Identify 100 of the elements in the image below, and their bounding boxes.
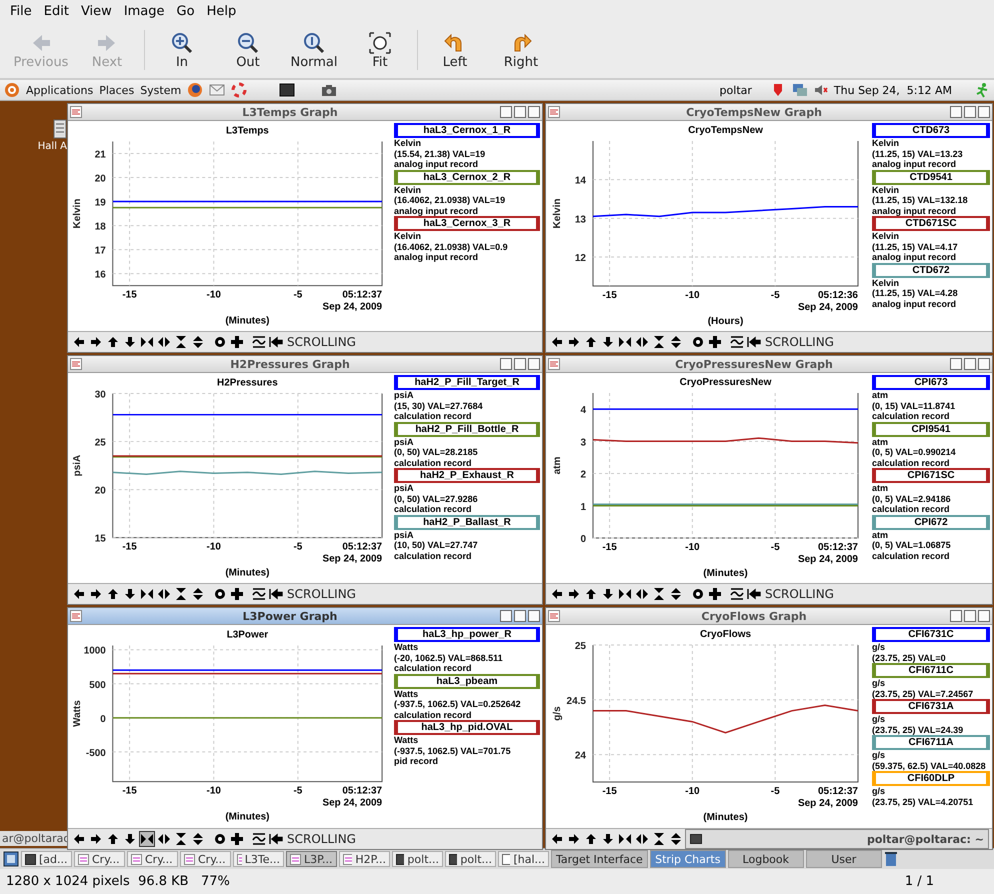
taskbar-item[interactable]: L3Te... [233,851,284,867]
legend-entry[interactable]: CFI6711A [872,735,990,750]
lifebuoy-icon[interactable] [231,82,248,98]
close-button[interactable] [528,106,540,118]
wave-icon[interactable] [729,586,745,602]
close-button[interactable] [978,358,990,370]
panel-clock[interactable]: Thu Sep 24, 5:12 AM [834,84,952,96]
legend-entry[interactable]: haL3_Cernox_2_R [394,170,540,184]
circle-icon[interactable] [212,334,228,350]
taskbar-item[interactable]: polt... [392,851,443,867]
legend-entry[interactable]: haL3_hp_pid.OVAL [394,720,540,735]
taskbar-item[interactable]: [ad... [21,851,72,867]
show-desktop-icon[interactable] [3,851,19,867]
toolbar-button[interactable]: Fit [347,30,413,70]
arrow-right-icon[interactable] [566,334,582,350]
workspace-tab[interactable]: Logbook [728,850,804,868]
wave-icon[interactable] [251,334,267,350]
workspace-tab[interactable]: User [806,850,882,868]
legend-entry[interactable]: haL3_Cernox_3_R [394,216,540,231]
legend-entry[interactable]: haL3_Cernox_1_R [394,123,540,138]
maximize-button[interactable] [964,610,976,622]
arrow-right-icon[interactable] [88,586,104,602]
legend-entry[interactable]: CFI6731A [872,699,990,714]
plus-icon[interactable] [707,586,723,602]
maximize-button[interactable] [964,358,976,370]
close-button[interactable] [978,106,990,118]
panel-menu[interactable]: Applications [26,84,94,96]
plus-icon[interactable] [707,334,723,350]
zoomboth-icon[interactable] [634,586,650,602]
maximize-button[interactable] [514,610,526,622]
toolbar-button[interactable]: Out [215,30,281,70]
desktop-icon-label[interactable]: Hall A [38,141,67,152]
toolbar-button[interactable]: Right [488,30,554,70]
taskbar-item[interactable]: L3P... [286,851,337,867]
plus-icon[interactable] [229,831,245,847]
menu-item[interactable]: Help [200,2,242,20]
wave-icon[interactable] [251,586,267,602]
legend-entry[interactable]: CPI9541 [872,422,990,436]
minimize-button[interactable] [500,106,512,118]
menu-item[interactable]: View [74,2,118,20]
taskbar-item[interactable]: [hal... [498,851,549,867]
mail-icon[interactable] [209,82,226,98]
panel-menu[interactable]: System [140,84,182,96]
export-icon[interactable] [268,831,284,847]
trash-icon[interactable] [884,851,898,867]
legend-entry[interactable]: CFI60DLP [872,771,990,786]
maximize-button[interactable] [964,106,976,118]
legend-entry[interactable]: haH2_P_Fill_Target_R [394,375,540,390]
legend-entry[interactable]: CTD671SC [872,216,990,231]
arrow-right-icon[interactable] [566,586,582,602]
taskbar-item[interactable]: Cry... [74,851,125,867]
zoomboth-icon[interactable] [634,334,650,350]
legend-entry[interactable]: CFI6731C [872,627,990,642]
network-icon[interactable] [792,82,808,98]
zoomx-icon[interactable] [617,334,633,350]
menu-item[interactable]: Go [170,2,201,20]
legend-entry[interactable]: CTD9541 [872,170,990,184]
legend-entry[interactable]: CPI673 [872,375,990,390]
taskbar-item[interactable]: Cry... [127,851,178,867]
zoomboth-icon[interactable] [156,586,172,602]
legend-entry[interactable]: CPI672 [872,514,990,530]
wave-icon[interactable] [729,334,745,350]
toolbar-button[interactable]: Normal [281,30,347,70]
legend-entry[interactable]: CPI671SC [872,468,990,483]
minimize-button[interactable] [950,106,962,118]
running-figure-icon[interactable] [974,82,990,98]
zoomboth-icon[interactable] [156,334,172,350]
menu-item[interactable]: Edit [38,2,75,20]
arrow-right-icon[interactable] [88,831,104,847]
zoomboth-icon[interactable] [634,831,650,847]
minimize-button[interactable] [950,358,962,370]
taskbar-item[interactable]: polt... [445,851,496,867]
minimize-button[interactable] [950,610,962,622]
plus-icon[interactable] [229,334,245,350]
legend-entry[interactable]: haH2_P_Exhaust_R [394,468,540,483]
volume-muted-icon[interactable] [814,83,828,97]
legend-entry[interactable]: CFI6711C [872,663,990,678]
circle-icon[interactable] [212,831,228,847]
export-icon[interactable] [268,586,284,602]
legend-entry[interactable]: haL3_pbeam [394,674,540,688]
maximize-button[interactable] [514,358,526,370]
camera-icon[interactable] [321,83,338,97]
export-icon[interactable] [268,334,284,350]
toolbar-button[interactable]: Left [422,30,488,70]
legend-entry[interactable]: CTD672 [872,262,990,278]
legend-entry[interactable]: haH2_P_Fill_Bottle_R [394,422,540,436]
wave-icon[interactable] [251,831,267,847]
toolbar-button[interactable]: In [149,30,215,70]
circle-icon[interactable] [690,334,706,350]
export-icon[interactable] [746,334,762,350]
arrow-right-icon[interactable] [88,334,104,350]
close-button[interactable] [528,358,540,370]
panel-menu[interactable]: Places [99,84,134,96]
circle-icon[interactable] [212,586,228,602]
workspace-tab[interactable]: Target Interface [551,850,648,868]
menu-item[interactable]: Image [118,2,171,20]
desktop-folder-icon[interactable] [53,119,67,139]
legend-entry[interactable]: haH2_P_Ballast_R [394,514,540,530]
zoomx-icon[interactable] [617,831,633,847]
legend-entry[interactable]: CTD673 [872,123,990,138]
